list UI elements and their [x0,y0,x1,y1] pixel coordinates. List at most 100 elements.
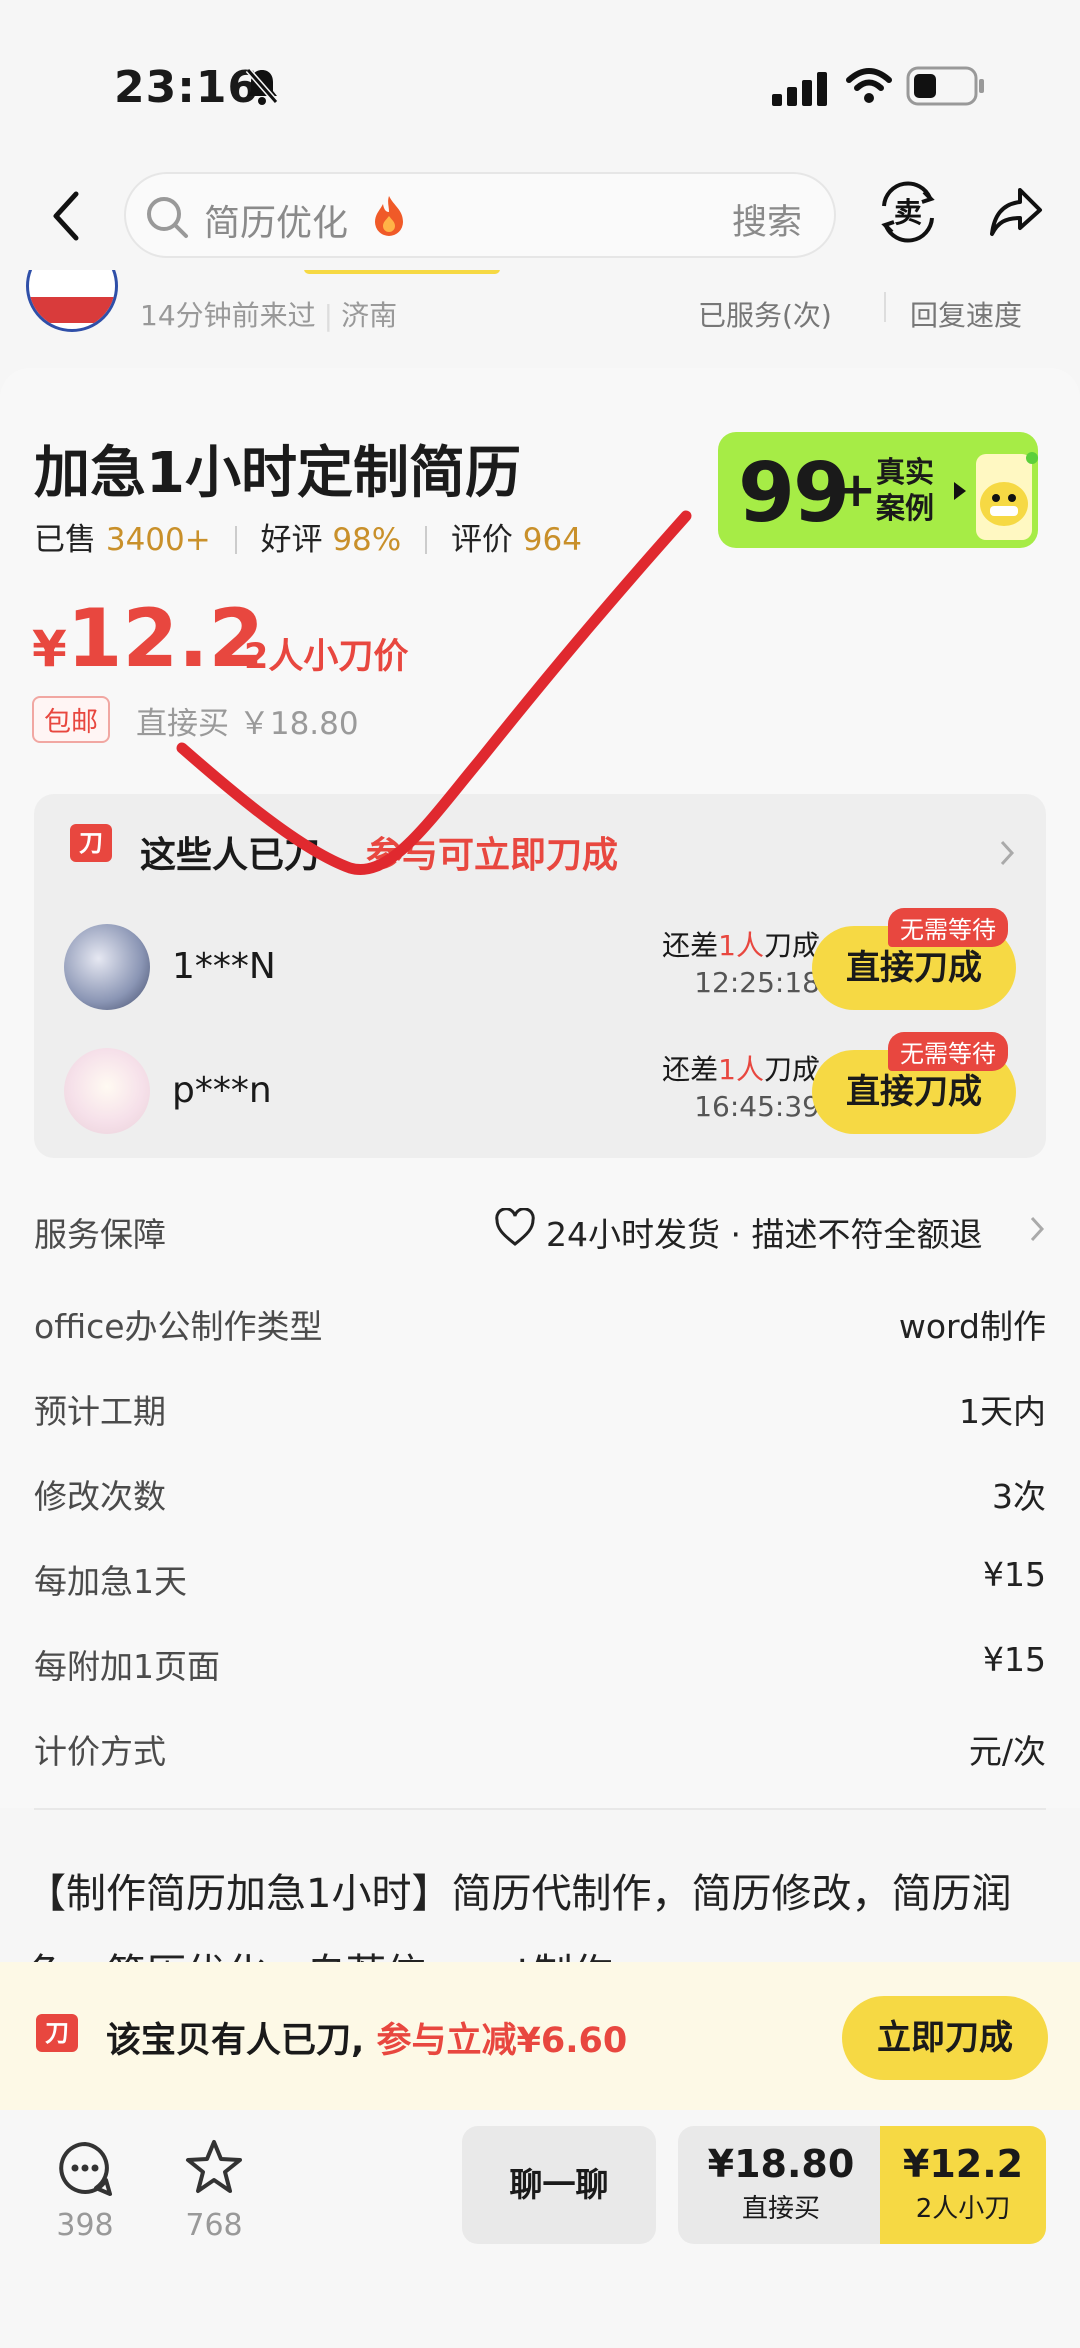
attr-value: ¥15 [983,1640,1046,1679]
attr-value: word制作 [898,1307,1046,1346]
attr-label: office办公制作类型 [34,1307,323,1346]
no-wait-tag: 无需等待 [888,908,1008,947]
shop-avatar[interactable] [26,270,118,332]
product-title: 加急1小时定制简历 [34,441,521,506]
need-num: 1人 [718,1053,764,1086]
stats-divider [425,526,428,554]
good-label: 好评 [260,522,323,558]
search-icon [147,197,188,238]
product-price: ¥12.2 [32,592,264,685]
bargain-countdown: 16:45:39 [694,1090,820,1123]
signal-icon [772,72,827,106]
direct-buy-price: 直接买 ￥18.80 [136,706,359,742]
fire-icon [375,196,403,236]
cases-label-line2: 案例 [876,491,935,525]
status-time: 23:16 [114,62,260,113]
need-num: 1人 [718,929,764,962]
promo-text: 该宝贝有人已刀, [106,2021,365,2061]
price-value: 12.2 [66,592,265,685]
search-button[interactable]: 搜索 [732,194,802,245]
attr-label: 预计工期 [34,1392,166,1431]
cases-count: 99 [738,446,850,541]
bargain-icon: 刀 [36,2014,78,2052]
message-count: 398 [56,2208,114,2243]
svg-text:卖: 卖 [894,196,922,229]
price-currency: ¥ [32,620,67,678]
status-bar: 23:16 [0,0,1080,170]
play-arrow-icon [954,482,966,500]
shipping-badge: 包邮 [32,696,110,743]
bargain-icon: 刀 [70,824,112,862]
bargain-section: 刀 这些人已刀 参与可立即刀成 1***N 还差1人刀成 12:25:18 直接… [34,794,1046,1158]
bargain-row: 1***N 还差1人刀成 12:25:18 直接刀成 无需等待 [34,908,1046,1022]
bargain-row: p***n 还差1人刀成 16:45:39 直接刀成 无需等待 [34,1032,1046,1146]
chat-button[interactable]: 聊一聊 [462,2126,656,2244]
avatar[interactable] [64,924,150,1010]
instant-cut-button[interactable]: 立即刀成 [842,1996,1048,2080]
attr-value: 1天内 [959,1392,1046,1431]
review-value: 964 [522,522,582,558]
review-label: 评价 [450,522,513,558]
bargain-need: 还差1人刀成 [594,924,820,964]
shop-strip[interactable]: 14分钟前来过 | 济南 已服务(次) 回复速度 [0,270,1080,340]
favorite-star-icon[interactable] [184,2138,244,2198]
chevron-right-icon[interactable] [998,838,1018,868]
cut-label: 2人小刀 [915,2194,1011,2224]
need-prefix: 还差 [662,1053,719,1086]
buy-label: 直接买 [741,2194,820,2224]
direct-buy-button[interactable]: ¥18.80 直接买 [678,2126,884,2244]
shop-location: 济南 [341,299,398,332]
share-icon[interactable] [986,182,1046,242]
service-label: 服务保障 [34,1215,166,1254]
stats-divider [234,526,237,554]
bargain-countdown: 12:25:18 [694,966,820,999]
favorite-count: 768 [185,2208,243,2243]
two-person-cut-button[interactable]: ¥12.2 2人小刀 [880,2126,1046,2244]
battery-icon [906,66,984,106]
search-input[interactable]: 简历优化 [204,194,348,246]
bargain-user-name: 1***N [172,946,276,987]
shop-served-label: 已服务(次) [698,299,832,332]
promo-highlight: 参与立减¥6.60 [376,2021,628,2061]
attr-value: 元/次 [968,1732,1046,1771]
price-tag: 2人小刀价 [244,637,409,677]
need-suffix: 刀成 [763,929,820,962]
chevron-right-icon[interactable] [1028,1214,1048,1244]
divider [34,1808,1046,1810]
need-suffix: 刀成 [763,1053,820,1086]
sell-switch-icon[interactable]: 卖 [876,180,940,244]
mascot-icon [976,452,1038,540]
heart-icon [495,1208,535,1246]
bargain-promo-bar: 刀 该宝贝有人已刀, 参与立减¥6.60 立即刀成 [0,1962,1080,2110]
attr-label: 每加急1天 [34,1562,187,1601]
shop-level-tag [304,270,500,274]
service-value[interactable]: 24小时发货 · 描述不符全额退 [546,1208,982,1256]
bargain-promo-text: 该宝贝有人已刀, 参与立减¥6.60 [106,2012,627,2063]
message-icon[interactable] [56,2140,114,2198]
bargain-need: 还差1人刀成 [594,1048,820,1088]
attr-value: 3次 [992,1477,1046,1516]
need-prefix: 还差 [662,929,719,962]
back-icon[interactable] [46,188,86,244]
sold-label: 已售 [34,522,96,558]
buy-price: ¥18.80 [707,2142,855,2186]
sold-value: 3400+ [105,522,211,558]
shop-last-seen: 14分钟前来过 [140,299,316,332]
attr-label: 计价方式 [34,1732,166,1771]
real-cases-badge[interactable]: 99 + 真实 案例 [718,432,1038,548]
shop-divider [884,292,886,322]
silent-bell-icon [245,68,279,105]
product-description: 【制作简历加急1小时】简历代制作，简历修改，简历润色，简历优化，自荐信，ppt制… [26,1871,1012,1962]
bargain-user-name: p***n [172,1070,272,1111]
attr-value: ¥15 [983,1555,1046,1594]
attr-label: 每附加1页面 [34,1647,220,1686]
search-box[interactable]: 简历优化 搜索 [124,172,836,258]
bargain-heading: 这些人已刀 [140,835,321,876]
shop-meta: 14分钟前来过 | 济南 [140,299,398,332]
cut-price: ¥12.2 [902,2142,1024,2186]
wifi-icon [846,68,892,103]
good-value: 98% [332,522,402,558]
no-wait-tag: 无需等待 [888,1032,1008,1071]
avatar[interactable] [64,1048,150,1134]
bargain-heading-action[interactable]: 参与可立即刀成 [366,826,618,878]
